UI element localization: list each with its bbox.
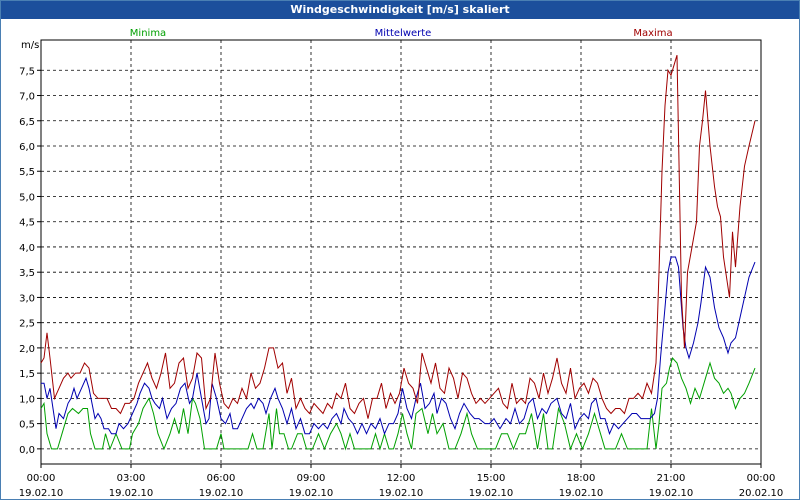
y-tick-label: 3,5 [19, 268, 35, 279]
y-axis-label: m/s [21, 40, 39, 51]
x-tick-time: 18:00 [567, 473, 596, 484]
legend-maxima: Maxima [633, 28, 672, 39]
y-tick-label: 4,5 [19, 218, 35, 229]
x-tick-date: 19.02.10 [379, 488, 424, 499]
series-line-mittelwerte [41, 256, 756, 436]
x-tick-date: 19.02.10 [649, 488, 694, 499]
y-tick-label: 0,5 [19, 420, 35, 431]
legend: Minima Mittelwerte Maxima [130, 28, 673, 39]
x-tick-date: 19.02.10 [199, 488, 244, 499]
series-line-maxima [40, 54, 756, 419]
y-tick-label: 2,0 [19, 344, 35, 355]
x-tick-time: 21:00 [657, 473, 686, 484]
x-tick-time: 03:00 [117, 473, 146, 484]
x-tick-time: 00:00 [27, 473, 56, 484]
series-line-minima [40, 357, 756, 451]
x-tick-time: 00:00 [747, 473, 776, 484]
y-tick-label: 5,5 [19, 167, 35, 178]
x-tick-time: 12:00 [387, 473, 416, 484]
window-title: Windgeschwindigkeit [m/s] skaliert [1, 1, 799, 19]
series [40, 54, 756, 451]
grid [41, 40, 761, 464]
x-tick-date: 19.02.10 [289, 488, 334, 499]
y-tick-label: 5,0 [19, 192, 35, 203]
y-tick-label: 3,0 [19, 293, 35, 304]
x-tick-date: 20.02.10 [739, 488, 784, 499]
y-tick-label: 7,5 [19, 66, 35, 77]
y-tick-label: 6,0 [19, 142, 35, 153]
chart-window: Windgeschwindigkeit [m/s] skaliert m/s 0,… [0, 0, 800, 500]
legend-minima: Minima [130, 28, 166, 39]
x-tick-date: 19.02.10 [559, 488, 604, 499]
y-tick-label: 1,5 [19, 369, 35, 380]
legend-mittelwerte: Mittelwerte [375, 28, 432, 39]
chart: m/s 0,0 0,5 1,0 1,5 2,0 2,5 3,0 3,5 4,0 4,5 5,0 5,5 6… [19, 28, 784, 499]
y-tick-label: 7,0 [19, 92, 35, 103]
x-tick-time: 15:00 [477, 473, 506, 484]
y-tick-label: 2,5 [19, 319, 35, 330]
x-tick-time: 09:00 [297, 473, 326, 484]
y-tick-label: 0,0 [19, 445, 35, 456]
y-tick-label: 4,0 [19, 243, 35, 254]
x-tick-date: 19.02.10 [19, 488, 64, 499]
x-tick-date: 19.02.10 [469, 488, 514, 499]
y-tick-label: 6,5 [19, 117, 35, 128]
x-tick-date: 19.02.10 [109, 488, 154, 499]
y-tick-label: 1,0 [19, 394, 35, 405]
x-tick-time: 06:00 [207, 473, 236, 484]
